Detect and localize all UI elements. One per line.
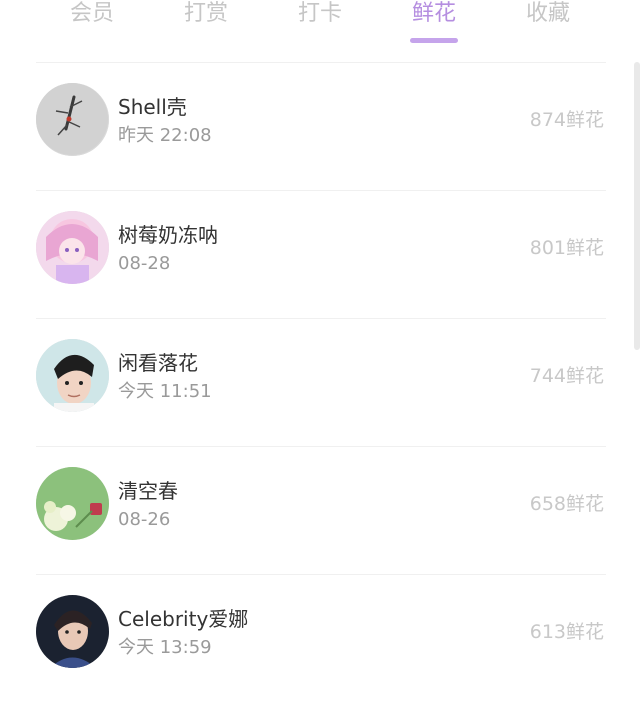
username: 闲看落花 — [118, 351, 198, 375]
list-item[interactable]: Shell壳 昨天 22:08 874鲜花 — [0, 62, 640, 190]
flower-count: 874鲜花 — [529, 109, 604, 131]
timestamp: 今天 11:51 — [118, 381, 212, 402]
username: 树莓奶冻呐 — [118, 223, 218, 247]
username: Shell壳 — [118, 95, 187, 119]
green-flower-avatar-icon — [36, 467, 109, 540]
divider — [36, 446, 606, 447]
tab-bar: 会员 打赏 打卡 鲜花 收藏 — [0, 0, 640, 48]
timestamp: 今天 13:59 — [118, 637, 212, 658]
timestamp: 08-26 — [118, 509, 171, 530]
flower-count: 613鲜花 — [529, 621, 604, 643]
gray-insect-avatar-icon — [36, 83, 109, 156]
avatar[interactable] — [36, 339, 109, 412]
flower-count: 658鲜花 — [529, 493, 604, 515]
list-item[interactable]: 树莓奶冻呐 08-28 801鲜花 — [0, 190, 640, 318]
timestamp: 昨天 22:08 — [118, 125, 212, 146]
boy-portrait-avatar-icon — [36, 339, 109, 412]
list-item[interactable]: 闲看落花 今天 11:51 744鲜花 — [0, 318, 640, 446]
list-item[interactable]: 清空春 08-26 658鲜花 — [0, 446, 640, 574]
tab-flowers[interactable]: 鲜花 — [412, 0, 456, 28]
avatar[interactable] — [36, 83, 109, 156]
divider — [36, 62, 606, 63]
tab-checkin[interactable]: 打卡 — [298, 0, 342, 28]
dark-portrait-avatar-icon — [36, 595, 109, 668]
tab-tips[interactable]: 打赏 — [184, 0, 228, 28]
avatar[interactable] — [36, 211, 109, 284]
flower-count: 744鲜花 — [529, 365, 604, 387]
divider — [36, 574, 606, 575]
timestamp: 08-28 — [118, 253, 171, 274]
list-item[interactable]: Celebrity爱娜 今天 13:59 613鲜花 — [0, 574, 640, 702]
divider — [36, 318, 606, 319]
divider — [36, 190, 606, 191]
active-tab-indicator — [410, 38, 458, 43]
username: Celebrity爱娜 — [118, 607, 249, 631]
tab-membership[interactable]: 会员 — [70, 0, 114, 28]
avatar[interactable] — [36, 595, 109, 668]
pink-anime-avatar-icon — [36, 211, 109, 284]
avatar[interactable] — [36, 467, 109, 540]
flower-count: 801鲜花 — [529, 237, 604, 259]
flower-ranking-list: Shell壳 昨天 22:08 874鲜花 树莓奶冻呐 08-28 801鲜花 — [0, 62, 640, 669]
tab-favorites[interactable]: 收藏 — [526, 0, 570, 28]
username: 清空春 — [118, 479, 178, 503]
